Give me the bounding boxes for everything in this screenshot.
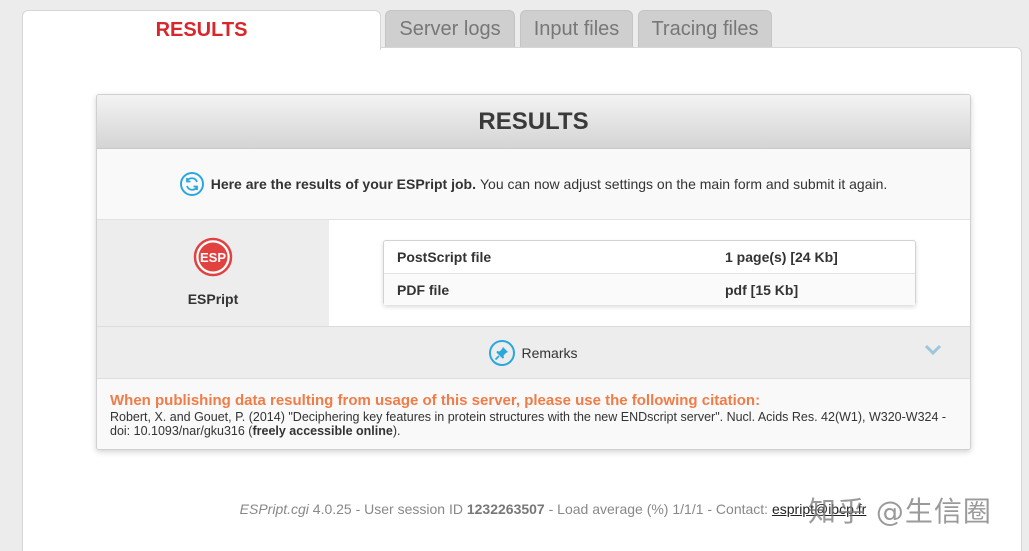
file-name[interactable]: PostScript file <box>397 249 491 265</box>
file-info[interactable]: 1 page(s) [24 Kb] <box>725 249 838 265</box>
remarks-toggle[interactable]: Remarks <box>97 326 970 378</box>
citation-tail: ). <box>392 424 401 438</box>
footer-app: ESPript.cgi <box>239 501 309 517</box>
pin-icon <box>489 339 516 366</box>
file-info[interactable]: pdf [15 Kb] <box>725 282 798 298</box>
footer-session-id: 1232263507 <box>466 501 545 517</box>
tab-content: RESULTS Here are the results of your ESP… <box>22 47 1022 551</box>
footer-load: - Load average (%) 1/1/1 - Contact: <box>548 501 769 517</box>
tab-bar: RESULTS Server logs Input files Tracing … <box>0 0 1029 50</box>
remarks-label[interactable]: Remarks <box>521 345 577 361</box>
output-files-table: PostScript file 1 page(s) [24 Kb] PDF fi… <box>383 240 916 305</box>
citation-section: When publishing data resulting from usag… <box>97 378 970 449</box>
watermark: 知乎 @生信圈 <box>808 495 992 528</box>
citation-body: Robert, X. and Gouet, P. (2014) "Deciphe… <box>110 410 957 438</box>
freely-accessible-link[interactable]: freely accessible online <box>252 424 392 438</box>
message-strong: Here are the results of your ESPript job… <box>210 176 476 192</box>
panel-title: RESULTS <box>97 95 970 149</box>
refresh-icon <box>179 172 204 196</box>
espript-cell: ESP ESPript <box>97 220 329 326</box>
status-message: Here are the results of your ESPript job… <box>97 149 970 220</box>
results-panel: RESULTS Here are the results of your ESP… <box>96 94 971 450</box>
citation-text: Robert, X. and Gouet, P. (2014) "Deciphe… <box>110 410 947 438</box>
svg-text:ESP: ESP <box>200 250 226 265</box>
message-rest: You can now adjust settings on the main … <box>480 176 888 192</box>
files-section: ESP ESPript PostScript file 1 page(s) [2… <box>97 220 970 326</box>
file-row-postscript[interactable]: PostScript file 1 page(s) [24 Kb] <box>384 241 915 273</box>
tab-results[interactable]: RESULTS <box>22 10 381 50</box>
tab-input-files[interactable]: Input files <box>520 10 633 48</box>
file-row-pdf[interactable]: PDF file pdf [15 Kb] <box>384 273 915 305</box>
tab-server-logs[interactable]: Server logs <box>385 10 515 48</box>
citation-heading: When publishing data resulting from usag… <box>110 392 761 409</box>
chevron-down-icon[interactable] <box>924 344 942 356</box>
footer-version: 4.0.25 - User session ID <box>312 501 463 517</box>
espript-logo-icon: ESP <box>193 237 233 277</box>
espript-label: ESPript <box>187 291 239 307</box>
tab-tracing-files[interactable]: Tracing files <box>638 10 772 48</box>
file-name[interactable]: PDF file <box>397 282 449 298</box>
